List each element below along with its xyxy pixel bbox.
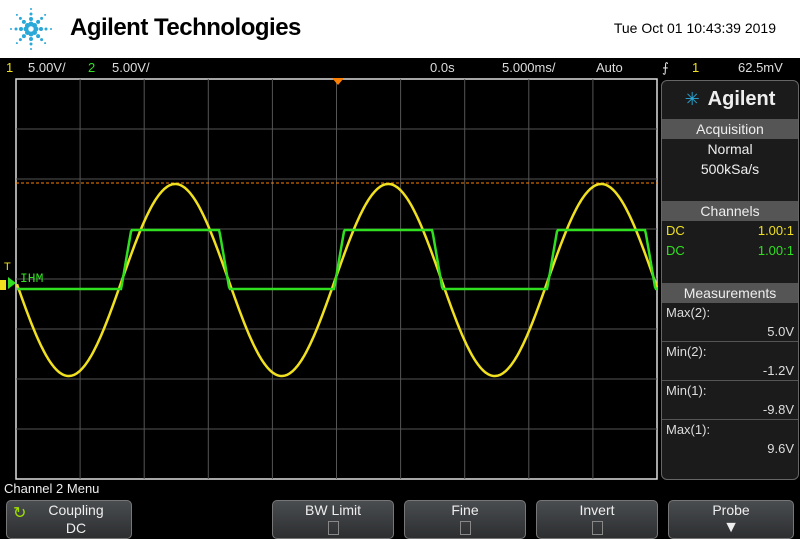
measurement-label: Max(2): (666, 305, 711, 320)
probe-ratio: 1.00:1 (757, 223, 794, 238)
coupling-softkey[interactable]: ↻ Coupling DC (6, 500, 132, 539)
checkbox-icon (459, 521, 471, 535)
acquisition-mode: Normal (707, 141, 753, 157)
side-panel: ✳ Agilent Acquisition Normal 500kSa/s Ch… (661, 80, 799, 480)
delay[interactable]: 0.0s (430, 58, 455, 78)
acquisition-header[interactable]: Acquisition (662, 119, 798, 139)
coupling: DC (666, 223, 685, 238)
measurements-header[interactable]: Measurements (662, 283, 798, 303)
channel-row-1: DC 1.00:1 (662, 221, 798, 241)
trigger-source[interactable]: 1 (692, 58, 699, 78)
measurement-item: Min(1): -9.8V (662, 380, 798, 419)
timebase[interactable]: 5.000ms/ (502, 58, 555, 78)
measurement-value: 5.0V (767, 324, 794, 339)
fine-softkey[interactable]: Fine (404, 500, 526, 539)
menu-title: Channel 2 Menu (4, 481, 100, 496)
probe-softkey[interactable]: Probe ▼ (668, 500, 794, 539)
trigger-mode[interactable]: Auto (596, 58, 623, 78)
agilent-spark-icon: ✳ (684, 88, 700, 109)
measurement-item: Max(1): 9.6V (662, 419, 798, 458)
channel-row-2: DC 1.00:1 (662, 241, 798, 261)
rotate-knob-icon: ↻ (13, 505, 27, 522)
rising-edge-icon: ⨍ (662, 60, 669, 75)
probe-ratio: 1.00:1 (757, 243, 794, 258)
fine-label: Fine (451, 502, 479, 518)
sample-rate: 500kSa/s (700, 161, 760, 177)
status-bar: 1 5.00V/ 2 5.00V/ 0.0s 5.000ms/ Auto ⨍ 1… (0, 58, 800, 78)
probe-label: Probe (712, 502, 750, 518)
header: Agilent Technologies Tue Oct 01 10:43:39… (0, 0, 800, 58)
measurement-label: Min(1): (666, 383, 707, 398)
ch1-scale[interactable]: 5.00V/ (28, 58, 66, 78)
measurement-value: -9.8V (762, 402, 794, 417)
invert-label: Invert (579, 502, 615, 518)
coupling: DC (666, 243, 685, 258)
channels-header[interactable]: Channels (662, 201, 798, 221)
measurement-value: 9.6V (767, 441, 794, 456)
brand-name: Agilent Technologies (70, 14, 301, 41)
measurement-label: Min(2): (666, 344, 707, 359)
panel-brand: Agilent (707, 87, 776, 110)
ch2-number[interactable]: 2 (88, 58, 95, 78)
datetime: Tue Oct 01 10:43:39 2019 (613, 20, 776, 36)
ch1-number[interactable]: 1 (6, 58, 13, 78)
invert-softkey[interactable]: Invert (536, 500, 658, 539)
checkbox-icon (591, 521, 603, 535)
bw-limit-softkey[interactable]: BW Limit (272, 500, 394, 539)
measurement-item: Max(2): 5.0V (662, 303, 798, 341)
bw-limit-label: BW Limit (305, 502, 361, 518)
ch2-scale[interactable]: 5.00V/ (112, 58, 150, 78)
measurement-label: Max(1): (666, 422, 711, 437)
ch1-ground-marker[interactable] (0, 280, 6, 290)
trigger-level[interactable]: 62.5mV (738, 58, 783, 78)
measurement-item: Min(2): -1.2V (662, 341, 798, 380)
ch2-ground-marker[interactable] (8, 277, 16, 289)
trigger-position-marker[interactable] (332, 78, 344, 85)
arrow-down-icon: ▼ (723, 519, 739, 536)
ch2-label: IHM (20, 271, 43, 286)
trigger-marker-icon: T (4, 261, 11, 273)
measurement-value: -1.2V (762, 363, 794, 378)
agilent-spark-logo-icon (10, 8, 52, 50)
waveform-display[interactable]: T IHM (0, 78, 660, 480)
checkbox-icon (327, 521, 339, 535)
